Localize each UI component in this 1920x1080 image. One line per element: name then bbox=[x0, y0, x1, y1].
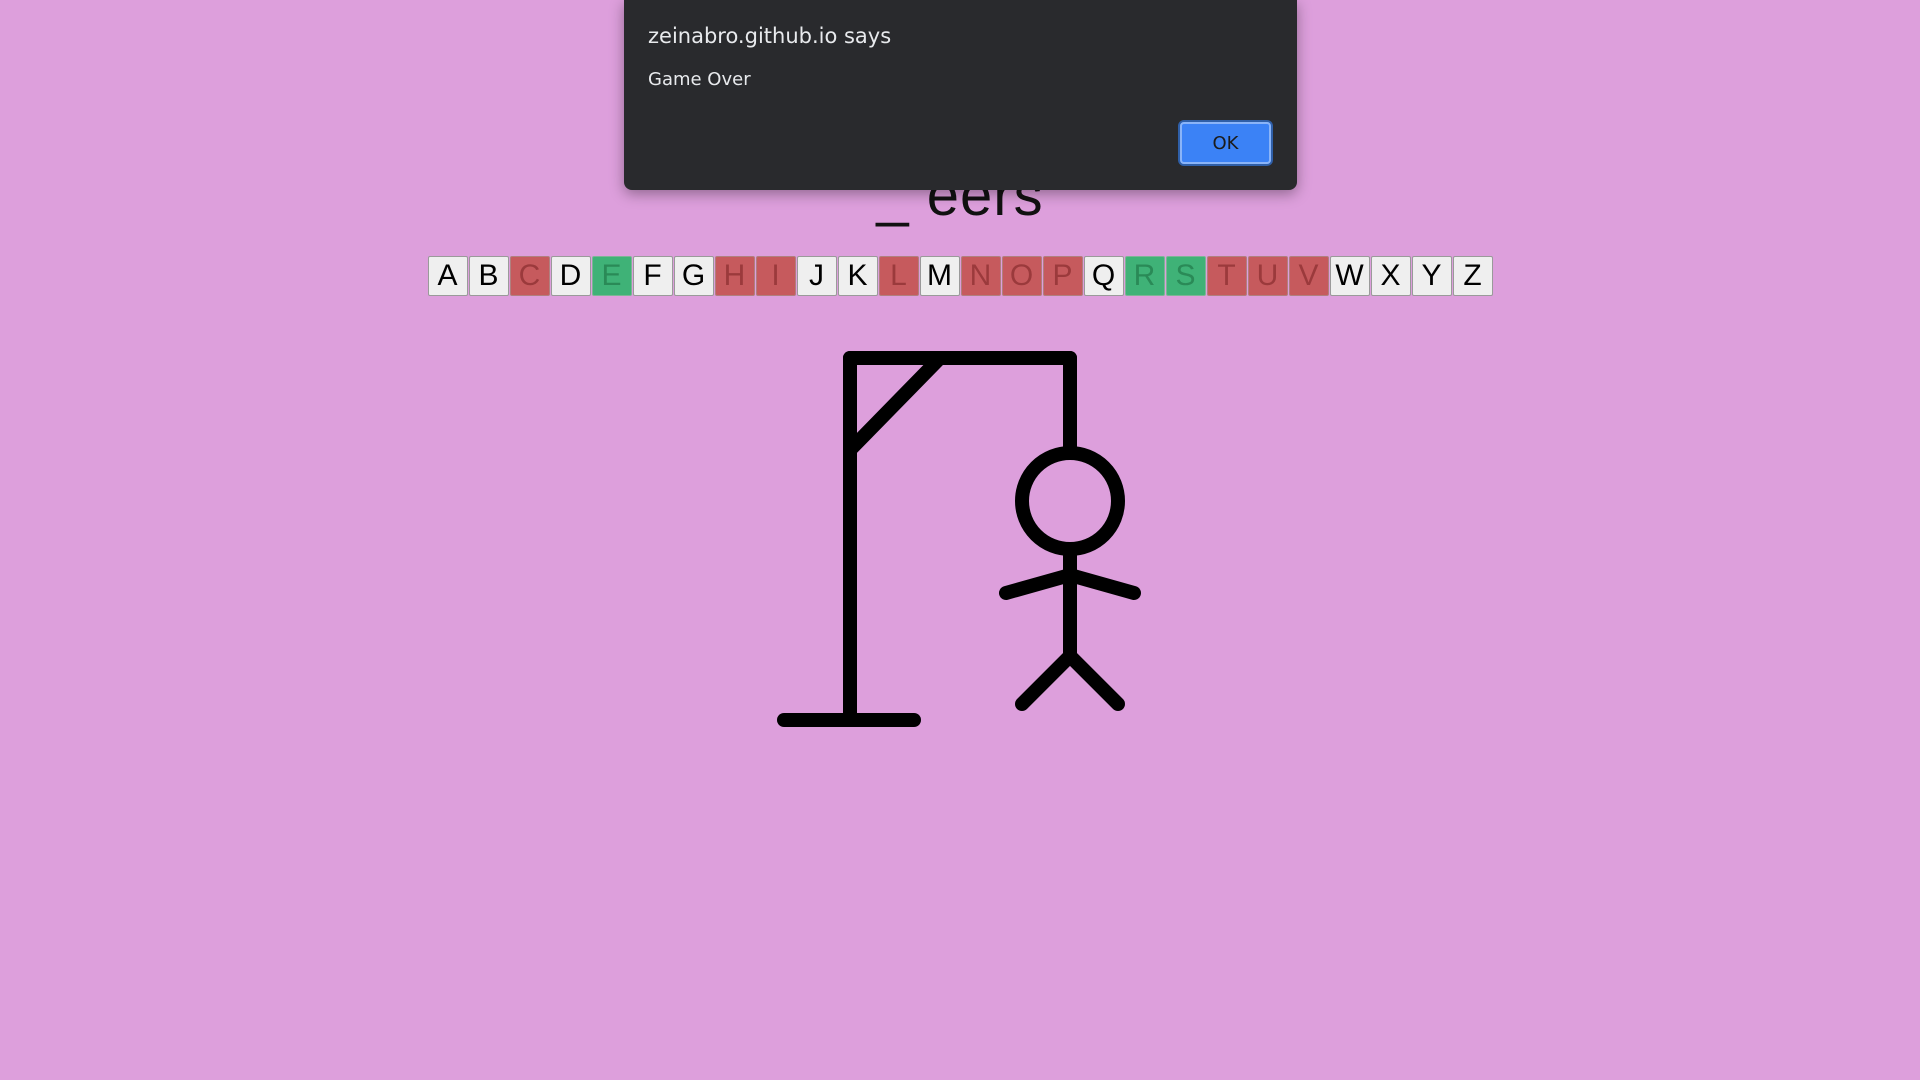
letter-key-e[interactable]: E bbox=[591, 256, 632, 296]
alert-dialog: zeinabro.github.io says Game Over OK bbox=[624, 0, 1297, 190]
letter-key-m[interactable]: M bbox=[919, 256, 960, 296]
letter-key-h[interactable]: H bbox=[714, 256, 755, 296]
letter-key-l[interactable]: L bbox=[878, 256, 919, 296]
letter-key-j[interactable]: J bbox=[796, 256, 837, 296]
dialog-title: zeinabro.github.io says bbox=[648, 24, 892, 48]
letter-key-p[interactable]: P bbox=[1042, 256, 1083, 296]
gallows-brace bbox=[843, 351, 947, 457]
letter-key-d[interactable]: D bbox=[550, 256, 591, 296]
letter-key-i[interactable]: I bbox=[755, 256, 796, 296]
letter-key-a[interactable]: A bbox=[427, 256, 468, 296]
letter-key-f[interactable]: F bbox=[632, 256, 673, 296]
hangman-head bbox=[1015, 446, 1125, 556]
letter-keyboard: ABCDEFGHIJKLMNOPQRSTUVWXYZ bbox=[0, 256, 1920, 296]
hangman-right-arm bbox=[1063, 568, 1141, 600]
letter-key-v[interactable]: V bbox=[1288, 256, 1329, 296]
ok-button[interactable]: OK bbox=[1178, 120, 1273, 166]
letter-key-o[interactable]: O bbox=[1001, 256, 1042, 296]
letter-key-b[interactable]: B bbox=[468, 256, 509, 296]
letter-key-s[interactable]: S bbox=[1165, 256, 1206, 296]
letter-key-y[interactable]: Y bbox=[1411, 256, 1452, 296]
hangman-left-leg bbox=[1015, 649, 1077, 711]
letter-key-n[interactable]: N bbox=[960, 256, 1001, 296]
hangman-page: _ eers ABCDEFGHIJKLMNOPQRSTUVWXYZ zeinab… bbox=[0, 0, 1920, 1080]
letter-key-w[interactable]: W bbox=[1329, 256, 1370, 296]
hangman-drawing bbox=[777, 351, 1141, 727]
letter-key-g[interactable]: G bbox=[673, 256, 714, 296]
hangman-right-leg bbox=[1063, 649, 1125, 711]
letter-key-c[interactable]: C bbox=[509, 256, 550, 296]
letter-key-k[interactable]: K bbox=[837, 256, 878, 296]
letter-key-q[interactable]: Q bbox=[1083, 256, 1124, 296]
letter-key-x[interactable]: X bbox=[1370, 256, 1411, 296]
letter-key-z[interactable]: Z bbox=[1452, 256, 1493, 296]
hangman-left-arm bbox=[999, 568, 1077, 600]
letter-key-u[interactable]: U bbox=[1247, 256, 1288, 296]
letter-key-r[interactable]: R bbox=[1124, 256, 1165, 296]
dialog-message: Game Over bbox=[648, 69, 751, 90]
letter-key-t[interactable]: T bbox=[1206, 256, 1247, 296]
